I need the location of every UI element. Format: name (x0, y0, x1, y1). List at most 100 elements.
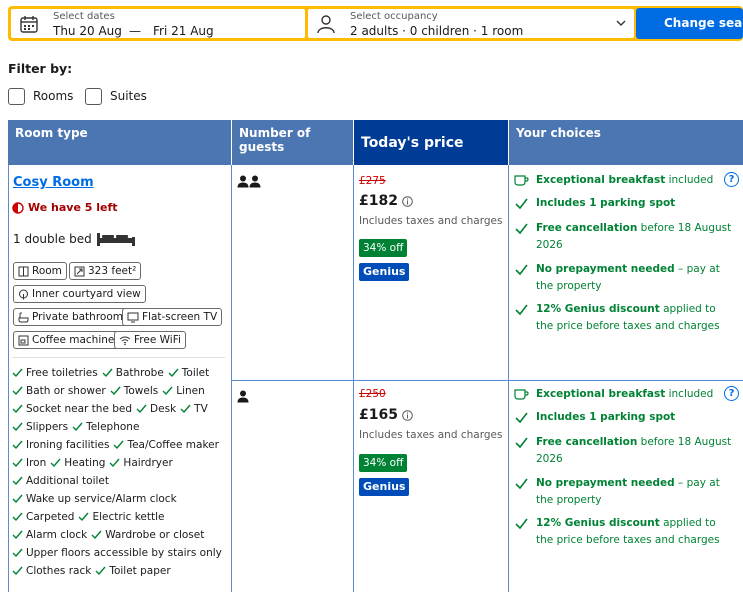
room-icon (18, 266, 29, 276)
check-icon (12, 512, 23, 522)
help-icon[interactable]: ? (724, 386, 739, 401)
genius-badge: Genius (359, 478, 410, 496)
check-icon (168, 368, 179, 378)
filter-rooms-label: Rooms (33, 89, 74, 103)
amenity-item: Bath or shower (12, 385, 106, 397)
check-icon (12, 548, 23, 558)
availability-text: We have 5 left (28, 201, 118, 214)
choice-text: included (665, 174, 714, 186)
amenity-item: Iron (12, 457, 46, 469)
check-icon (515, 518, 528, 530)
availability-badge: We have 5 left (12, 201, 118, 214)
choice-bold: Free cancellation (536, 436, 638, 448)
amenity-row: Alarm clock Wardrobe or closet (12, 529, 204, 541)
amenity-item: Ironing facilities (12, 439, 109, 451)
choice-bold: No prepayment needed (536, 263, 675, 275)
choice-bold: Includes 1 parking spot (536, 197, 676, 209)
amenity-item: Slippers (12, 421, 68, 433)
amenity-label: Clothes rack (26, 565, 92, 577)
check-icon (12, 458, 23, 468)
room-name-link[interactable]: Cosy Room (13, 175, 94, 190)
amenity-item: Wake up service/Alarm clock (12, 493, 177, 505)
amenity-label: Wake up service/Alarm clock (26, 493, 177, 505)
amenity-label: Free toiletries (26, 367, 98, 379)
tv-icon (127, 312, 139, 322)
amenity-row: Slippers Telephone (12, 421, 139, 433)
chip-label: Free WiFi (134, 334, 181, 346)
amenity-row: Wake up service/Alarm clock (12, 493, 177, 505)
info-icon[interactable] (402, 195, 413, 207)
original-price: £275 (359, 175, 386, 187)
check-icon (113, 440, 125, 450)
coffee-icon (18, 335, 29, 345)
person-icon (317, 15, 335, 34)
check-icon (515, 223, 528, 235)
checkbox-box[interactable] (8, 87, 25, 105)
filter-rooms-checkbox[interactable]: Rooms (8, 86, 73, 106)
amenity-item: Toilet (168, 367, 209, 379)
divider (231, 165, 232, 592)
amenity-item: Telephone (72, 421, 139, 433)
chip-coffee: Coffee machine (13, 331, 120, 349)
filter-suites-label: Suites (110, 89, 147, 103)
occupancy-label: Select occupancy (350, 11, 438, 22)
amenity-item: Electric kettle (78, 511, 164, 523)
amenity-item: Tea/Coffee maker (113, 439, 219, 451)
discount-badge: 34% off (359, 239, 408, 257)
divider (353, 165, 354, 592)
original-price: £250 (359, 388, 386, 400)
amenity-label: Telephone (86, 421, 140, 433)
amenity-item: Toilet paper (95, 565, 171, 577)
amenity-label: Additional toilet (26, 475, 110, 487)
chip-label: 323 feet² (88, 265, 137, 277)
divider (508, 165, 509, 592)
choice-bold: Includes 1 parking spot (536, 411, 676, 423)
choice-bold: Exceptional breakfast (536, 174, 666, 186)
check-icon (12, 404, 23, 414)
choice-cancellation: Free cancellation before 18 August 2026 (514, 434, 734, 468)
check-icon (515, 304, 528, 316)
filter-suites-checkbox[interactable]: Suites (85, 86, 147, 106)
taxes-note: Includes taxes and charges (359, 429, 503, 441)
current-price: £165 (359, 407, 413, 423)
choice-prepayment: No prepayment needed – pay at the proper… (514, 261, 734, 295)
filter-title: Filter by: (8, 61, 73, 76)
amenity-label: Slippers (26, 421, 69, 433)
amenity-label: Desk (150, 403, 177, 415)
choice-breakfast: Exceptional breakfast included (514, 386, 734, 403)
amenities-divider (12, 357, 225, 358)
chip-label: Flat-screen TV (142, 311, 218, 323)
check-icon (12, 566, 23, 576)
choice-bold: Free cancellation (536, 222, 638, 234)
person-icon (237, 390, 249, 403)
occupancy-selector[interactable]: Select occupancy 2 adults · 0 children ·… (308, 9, 634, 38)
checkbox-box[interactable] (85, 87, 102, 105)
check-icon (12, 440, 23, 450)
amenity-label: Hairdryer (123, 457, 173, 469)
chip-label: Inner courtyard view (32, 288, 141, 300)
chip-bathroom: Private bathroom (13, 308, 128, 326)
choice-bold: No prepayment needed (536, 477, 675, 489)
amenity-item: Additional toilet (12, 475, 109, 487)
amenity-row: Socket near the bed Desk TV (12, 403, 208, 415)
amenity-item: Clothes rack (12, 565, 91, 577)
amenity-item: Free toiletries (12, 367, 98, 379)
view-icon (19, 289, 28, 299)
check-icon (180, 404, 191, 414)
amenity-item: Alarm clock (12, 529, 87, 541)
genius-badge: Genius (359, 263, 410, 281)
amenity-item: Linen (162, 385, 205, 397)
amenity-item: Wardrobe or closet (91, 529, 204, 541)
info-icon[interactable] (402, 409, 413, 421)
change-search-button[interactable]: Change search (636, 8, 743, 39)
amenity-label: Towels (123, 385, 159, 397)
amenity-row: Carpeted Electric kettle (12, 511, 164, 523)
amenity-label: Toilet (181, 367, 210, 379)
choice-prepayment: No prepayment needed – pay at the proper… (514, 475, 734, 509)
check-icon (12, 386, 23, 396)
header-choices: Your choices (509, 120, 743, 165)
date-picker[interactable]: Select dates Thu 20 Aug — Fri 21 Aug (11, 9, 305, 38)
coffee-cup-icon (514, 175, 529, 186)
help-icon[interactable]: ? (724, 172, 739, 187)
price-value: £165 (359, 407, 398, 423)
